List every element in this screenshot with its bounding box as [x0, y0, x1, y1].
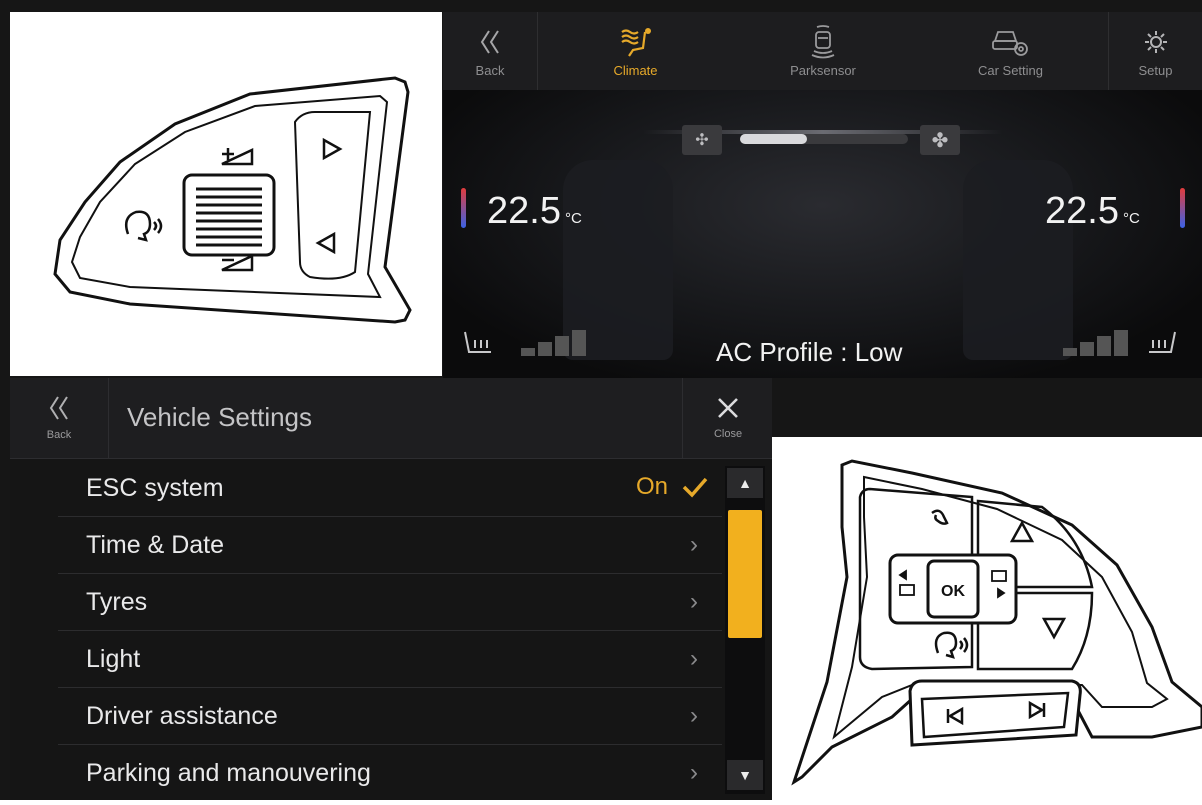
right-seat-heat-button[interactable]: [1145, 330, 1179, 365]
tab-car-setting[interactable]: Car Setting: [913, 12, 1108, 90]
seat-heat-right-icon: [1149, 331, 1176, 353]
page-title: Vehicle Settings: [127, 402, 313, 432]
close-button[interactable]: Close: [682, 378, 773, 458]
triangle-down-icon: [1041, 617, 1067, 640]
back-button[interactable]: Back: [443, 12, 537, 90]
phone-icon: [931, 509, 949, 525]
chevron-right-icon: ›: [690, 645, 698, 672]
right-temp-value: 22.5: [1045, 190, 1119, 232]
triangle-up-icon: ▲: [738, 475, 752, 491]
list-item-driver-assistance[interactable]: Driver assistance ›: [58, 688, 722, 745]
fan-speed-slider[interactable]: [740, 134, 908, 144]
left-seat-heat-level: [521, 330, 586, 356]
fan-speed-fill: [740, 134, 808, 144]
right-temperature[interactable]: 22.5 °C: [1045, 190, 1140, 233]
list-item-esc-system[interactable]: ESC system On: [58, 460, 722, 517]
double-chevron-left-icon: [49, 396, 68, 420]
car-setting-label: Car Setting: [977, 62, 1044, 78]
list-item-label: Time & Date: [86, 531, 225, 559]
left-steering-control-illustration: [10, 12, 442, 376]
voice-command-icon: [125, 210, 163, 242]
volume-up-icon: [221, 148, 254, 166]
double-chevron-left-icon: [479, 25, 501, 59]
chevron-right-icon: ›: [690, 588, 698, 615]
right-seat-heat-level: [1063, 330, 1128, 356]
left-temperature[interactable]: 22.5 °C: [487, 190, 582, 233]
scroll-up-button[interactable]: ▲: [727, 468, 763, 498]
checkmark-icon[interactable]: [682, 476, 708, 498]
right-control-drawing: OK: [791, 459, 1202, 786]
parksensor-icon: [810, 24, 836, 59]
ac-profile-text: AC Profile : Low: [716, 337, 903, 367]
ok-cluster: OK: [888, 553, 1018, 625]
left-temp-value: 22.5: [487, 190, 561, 232]
fan-low-button[interactable]: ✣: [682, 125, 722, 155]
right-temp-indicator: [1180, 188, 1185, 228]
next-track-icon: [322, 137, 343, 161]
list-item-light[interactable]: Light ›: [58, 631, 722, 688]
tab-parksensor[interactable]: Parksensor: [733, 12, 913, 90]
triangle-down-icon: ▼: [738, 767, 752, 783]
setup-label: Setup: [1138, 62, 1173, 78]
climate-seat-icon: [619, 25, 653, 59]
fan-high-icon: ✤: [931, 129, 949, 152]
parksensor-label: Parksensor: [790, 62, 856, 78]
tab-climate[interactable]: Climate: [538, 12, 733, 90]
right-temp-unit: °C: [1122, 210, 1140, 227]
volume-rocker[interactable]: [182, 173, 276, 257]
chevron-right-icon: ›: [690, 531, 698, 558]
fan-high-button[interactable]: ✤: [920, 125, 960, 155]
esc-status: On: [635, 473, 668, 500]
list-item-label: Tyres: [86, 588, 148, 616]
scroll-down-button[interactable]: ▼: [727, 760, 763, 790]
list-item-tyres[interactable]: Tyres ›: [58, 574, 722, 631]
list-item-time-date[interactable]: Time & Date ›: [58, 517, 722, 574]
triangle-up-icon: [1009, 520, 1035, 543]
left-temp-indicator: [461, 188, 466, 228]
list-item-parking[interactable]: Parking and manouvering ›: [58, 745, 722, 801]
back-label: Back: [475, 62, 505, 78]
scrollbar[interactable]: ▲ ▼: [725, 466, 765, 794]
volume-down-icon: [221, 254, 254, 272]
left-control-drawing: [53, 76, 412, 324]
track-buttons: [908, 679, 1082, 747]
close-icon: [718, 398, 738, 418]
vehicle-settings-screen: Back Vehicle Settings Close ESC system O…: [10, 378, 772, 800]
left-temp-unit: °C: [564, 210, 582, 227]
car-gear-icon: [991, 25, 1031, 59]
settings-back-button[interactable]: Back: [10, 378, 109, 458]
seat-heat-left-icon: [464, 331, 491, 353]
list-item-label: Light: [86, 645, 141, 673]
climate-label: Climate: [613, 62, 658, 78]
settings-back-label: Back: [46, 429, 72, 441]
fan-low-icon: ✣: [695, 132, 709, 149]
left-seat-heat-button[interactable]: [461, 330, 495, 365]
list-item-label: Parking and manouvering: [86, 759, 371, 787]
settings-header: Back Vehicle Settings Close: [10, 378, 772, 459]
ok-label: OK: [941, 583, 965, 600]
list-item-label: Driver assistance: [86, 702, 278, 730]
close-label: Close: [713, 428, 743, 440]
list-item-label: ESC system: [86, 474, 224, 502]
setup-button[interactable]: Setup: [1109, 12, 1202, 90]
voice-command-icon: [934, 631, 969, 659]
chevron-right-icon: ›: [690, 759, 698, 786]
right-steering-control-illustration: OK: [772, 437, 1202, 800]
gear-icon: [1143, 25, 1169, 59]
prev-track-icon: [315, 231, 336, 255]
chevron-right-icon: ›: [690, 702, 698, 729]
climate-nav-bar: Back Climate Parksensor Car Setting Setu…: [443, 12, 1202, 91]
climate-screen: Back Climate Parksensor Car Setting Setu…: [443, 12, 1202, 378]
scroll-thumb[interactable]: [728, 510, 762, 638]
